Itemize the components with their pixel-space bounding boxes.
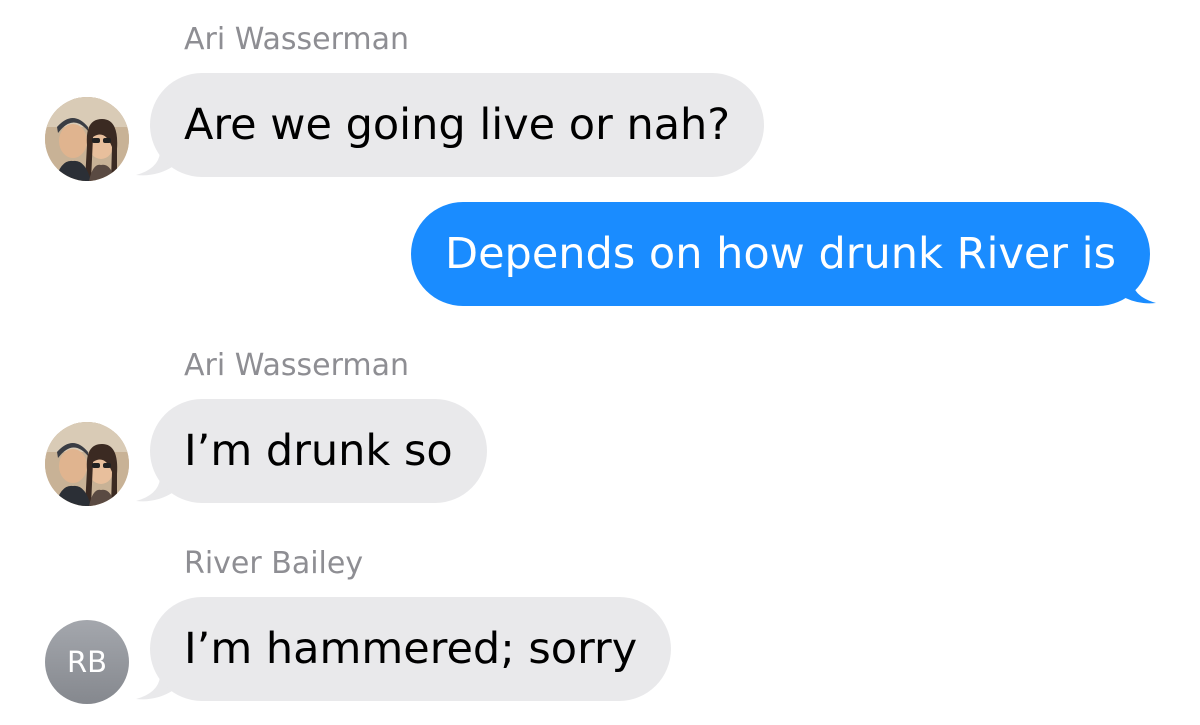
avatar-photo-icon [45, 97, 129, 181]
message-bubble[interactable]: Are we going live or nah? [150, 73, 765, 177]
contact-avatar[interactable] [45, 97, 129, 181]
sender-name: River Bailey [184, 546, 364, 581]
message-bubble[interactable]: I’m drunk so [150, 399, 487, 503]
message-bubble-outgoing[interactable]: Depends on how drunk River is [410, 202, 1150, 306]
message-bubble[interactable]: I’m hammered; sorry [150, 597, 672, 701]
sender-name: Ari Wasserman [184, 22, 409, 57]
sender-name: Ari Wasserman [184, 348, 409, 383]
contact-avatar-initials[interactable]: RB [45, 620, 129, 704]
avatar-photo-icon [45, 422, 129, 506]
contact-avatar[interactable] [45, 422, 129, 506]
